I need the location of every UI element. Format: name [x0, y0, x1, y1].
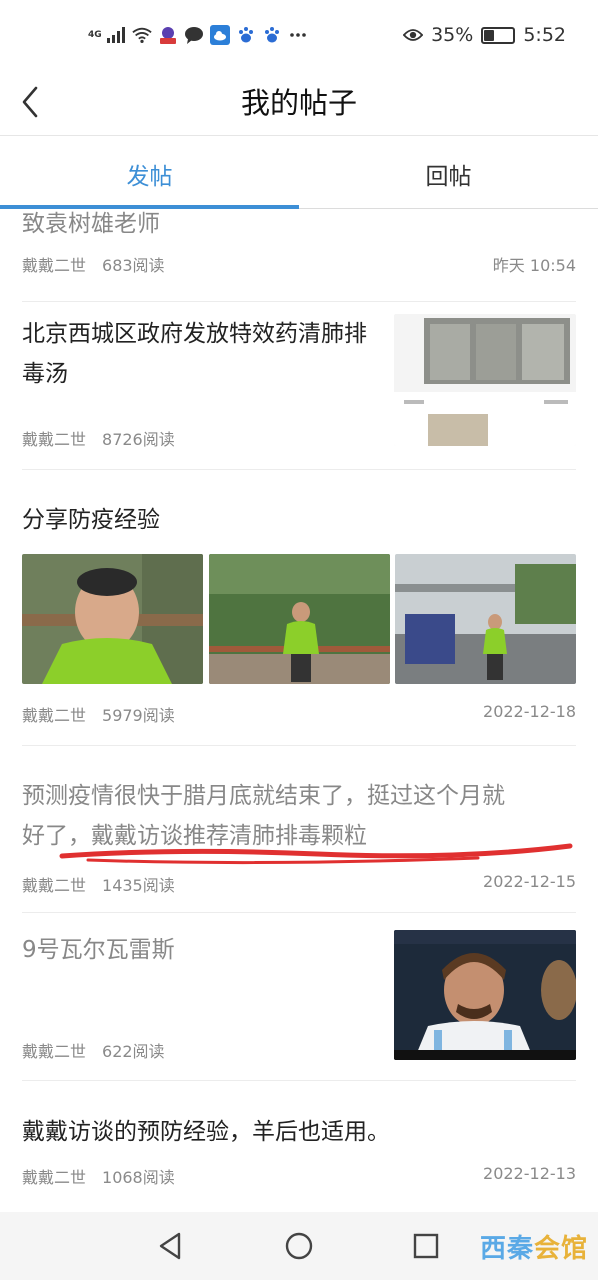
watermark-logo: 西秦会馆 — [479, 1234, 588, 1264]
post-author: 戴戴二世 — [22, 706, 87, 725]
post-item[interactable]: 预测疫情很快于腊月底就结束了，挺过这个月就 好了，戴戴访谈推荐清肺排毒颗粒 戴戴… — [22, 776, 576, 906]
post-title: 分享防疫经验 — [22, 507, 160, 533]
post-date: 2022-12-13 — [483, 1164, 576, 1183]
post-title: 北京西城区政府发放特效药清肺排毒汤 — [22, 321, 367, 387]
nav-home-button[interactable] — [283, 1230, 315, 1262]
post-author: 戴戴二世 — [22, 1168, 87, 1187]
cloud-icon — [210, 25, 230, 45]
post-list: 致袁树雄老师 戴戴二世 683阅读 昨天 10:54 北京西城区政府发放特效药清肺… — [0, 210, 598, 1210]
page-title: 我的帖子 — [240, 86, 357, 120]
post-image — [22, 554, 203, 684]
post-meta: 戴戴二世 5979阅读 — [22, 702, 175, 726]
battery-percent: 35% — [431, 24, 474, 46]
post-date: 2022-12-18 — [483, 702, 576, 721]
post-author: 戴戴二世 — [22, 1042, 87, 1061]
paw-icon — [262, 25, 282, 45]
post-reads: 622阅读 — [102, 1042, 165, 1061]
post-author: 戴戴二世 — [22, 256, 87, 275]
divider — [22, 745, 576, 746]
eye-icon — [403, 25, 424, 45]
post-reads: 8726阅读 — [102, 430, 175, 449]
nav-recent-button[interactable] — [410, 1230, 442, 1262]
square-recent-icon — [413, 1233, 439, 1259]
active-tab-indicator — [0, 205, 299, 209]
app-badge-icon — [158, 25, 178, 45]
status-bar: 4G 35% 5:52 — [0, 0, 598, 70]
divider — [22, 1080, 576, 1081]
post-title-line1: 预测疫情很快于腊月底就结束了，挺过这个月就 — [22, 783, 505, 809]
signal-icon — [106, 25, 126, 45]
system-nav-bar: 西秦会馆 — [0, 1212, 598, 1280]
chat-bubble-icon — [184, 25, 204, 45]
battery-fill — [484, 29, 495, 41]
status-icons-right: 35% 5:52 — [403, 22, 566, 48]
divider — [22, 912, 576, 913]
app-header: 我的帖子 — [0, 70, 598, 136]
wifi-icon — [132, 25, 152, 45]
post-reads: 1068阅读 — [102, 1168, 175, 1187]
post-thumbnail — [394, 930, 576, 1060]
post-date: 昨天 10:54 — [492, 256, 576, 275]
post-meta: 戴戴二世 683阅读 — [22, 252, 165, 276]
post-item[interactable]: 分享防疫经验 戴戴二世 5979阅读 2022-12-18 — [22, 500, 576, 732]
post-author: 戴戴二世 — [22, 430, 87, 449]
tab-bar: 发帖 回帖 — [0, 137, 598, 209]
tab-replies[interactable]: 回帖 — [299, 157, 598, 191]
post-reads: 683阅读 — [102, 256, 165, 275]
post-reads: 5979阅读 — [102, 706, 175, 725]
triangle-back-icon — [159, 1232, 181, 1260]
post-item[interactable]: 北京西城区政府发放特效药清肺排毒汤 戴戴二世 8726阅读 — [22, 314, 576, 464]
paw-icon — [236, 25, 256, 45]
post-image — [209, 554, 390, 684]
post-item[interactable]: 9号瓦尔瓦雷斯 戴戴二世 622阅读 — [22, 930, 576, 1065]
battery-icon — [481, 26, 516, 44]
post-reads: 1435阅读 — [102, 876, 175, 895]
post-meta: 戴戴二世 1068阅读 — [22, 1164, 175, 1188]
nav-back-button[interactable] — [155, 1230, 187, 1262]
more-dots-icon — [288, 25, 308, 45]
post-thumbnail — [394, 314, 576, 446]
divider — [22, 469, 576, 470]
post-meta: 戴戴二世 8726阅读 — [22, 426, 175, 450]
clock: 5:52 — [523, 24, 566, 46]
post-author: 戴戴二世 — [22, 876, 87, 895]
post-date: 2022-12-15 — [483, 872, 576, 891]
status-icons-left: 4G — [88, 22, 308, 48]
post-image — [395, 554, 576, 684]
post-item[interactable]: 戴戴访谈的预防经验，羊后也适用。 戴戴二世 1068阅读 2022-12-13 — [22, 1112, 576, 1202]
divider — [22, 301, 576, 302]
post-title: 致袁树雄老师 — [22, 211, 160, 237]
post-item[interactable]: 致袁树雄老师 戴戴二世 683阅读 昨天 10:54 — [22, 210, 576, 290]
post-meta: 戴戴二世 622阅读 — [22, 1038, 165, 1062]
post-title: 戴戴访谈的预防经验，羊后也适用。 — [22, 1119, 390, 1145]
post-meta: 戴戴二世 1435阅读 — [22, 872, 175, 896]
tab-posts[interactable]: 发帖 — [0, 157, 299, 191]
circle-home-icon — [285, 1232, 313, 1260]
network-type: 4G — [88, 29, 102, 40]
red-annotation-underline — [59, 843, 573, 865]
